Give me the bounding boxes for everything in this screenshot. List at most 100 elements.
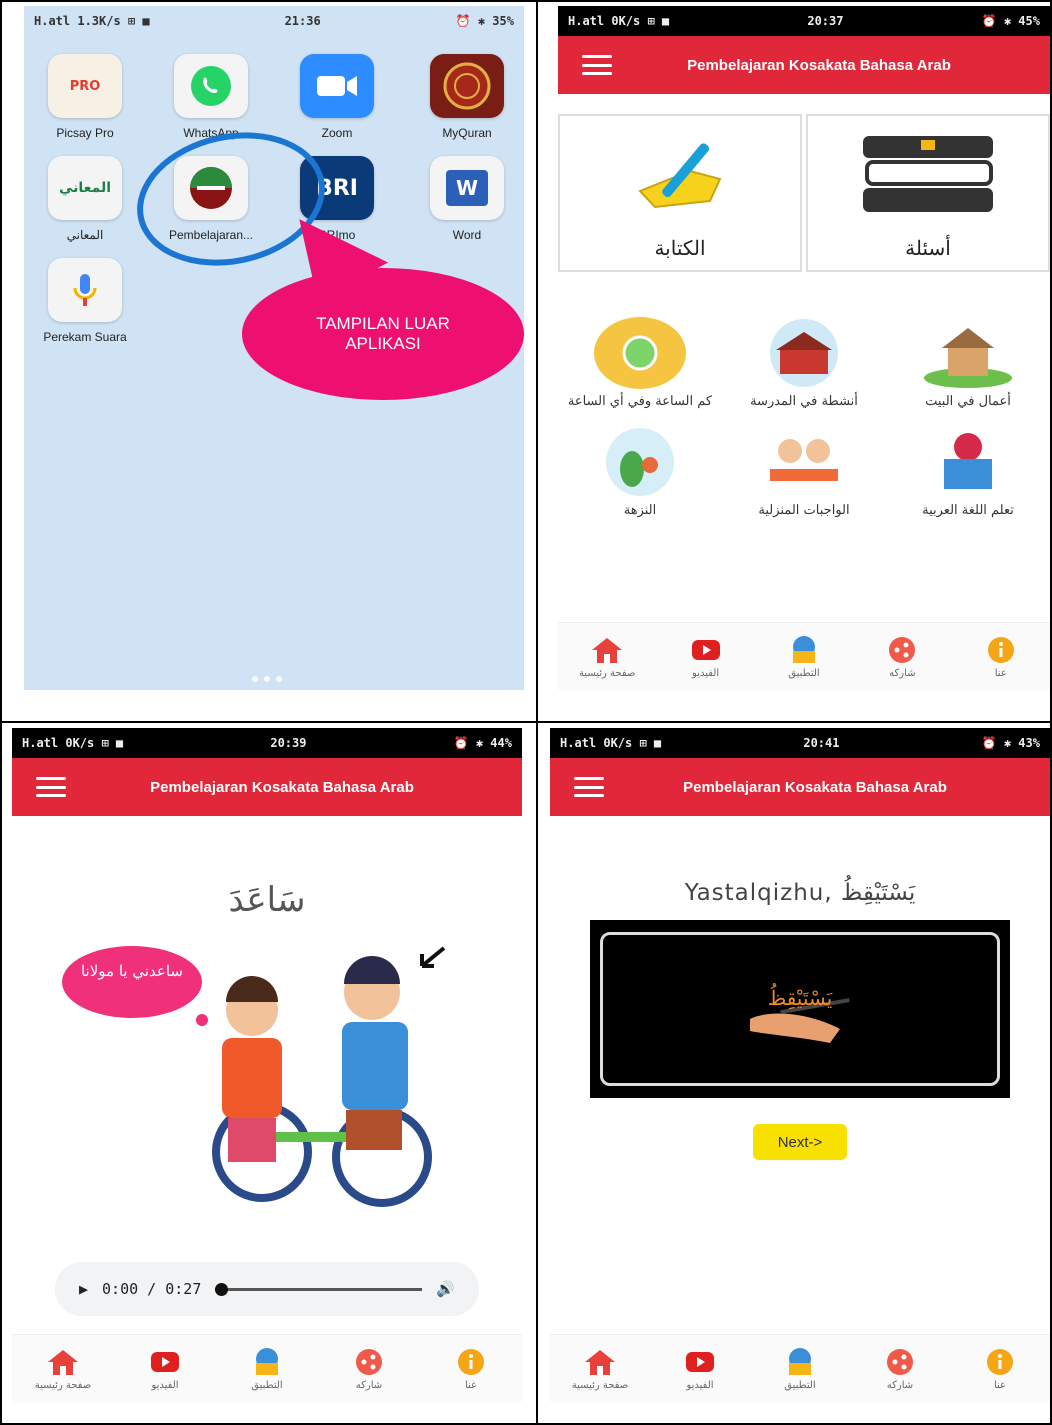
volume-icon[interactable]: 🔊 (436, 1280, 455, 1298)
book-globe-icon (764, 635, 844, 665)
menu-icon[interactable] (574, 777, 604, 797)
topic-school[interactable]: أنشطة في المدرسة (722, 316, 886, 409)
status-time: 20:37 (807, 14, 844, 28)
home-icon (567, 635, 647, 665)
next-button[interactable]: Next-> (753, 1124, 847, 1160)
picnic-icon (592, 425, 688, 499)
nav-item-youtube[interactable]: الفيديو (660, 1347, 740, 1391)
topic-house[interactable]: أعمال في البيت (886, 316, 1050, 409)
app-title: Pembelajaran Kosakata Bahasa Arab (687, 56, 951, 74)
info-icon (431, 1347, 511, 1377)
callout-bubble: TAMPILAN LUAR APLIKASI (242, 268, 524, 400)
card-questions[interactable]: أسئلة (806, 114, 1050, 272)
nav-label: صفحة رئيسية (34, 1379, 92, 1391)
nav-item-info[interactable]: عنا (961, 635, 1041, 679)
card-label: أسئلة (905, 236, 951, 260)
app-whatsapp[interactable]: WhatsApp (156, 54, 266, 140)
book-globe-icon (227, 1347, 307, 1377)
nav-label: التطبيق (784, 1379, 816, 1391)
video-word: يَسْتَيْقِظُ (767, 986, 833, 1010)
app-label: Word (452, 228, 482, 242)
nav-label: التطبيق (788, 667, 820, 679)
books-icon (853, 116, 1003, 236)
topic-label: أنشطة في المدرسة (750, 394, 858, 409)
nav-item-info[interactable]: عنا (431, 1347, 511, 1391)
share-icon (860, 1347, 940, 1377)
nav-item-book-globe[interactable]: التطبيق (227, 1347, 307, 1391)
app-title: Pembelajaran Kosakata Bahasa Arab (683, 778, 947, 796)
nav-item-share[interactable]: شاركه (329, 1347, 409, 1391)
nav-label: شاركه (889, 667, 916, 679)
topic-label: كم الساعة وفي أي الساعة (567, 394, 713, 409)
home-icon (23, 1347, 103, 1377)
app-myquran[interactable]: MyQuran (412, 54, 522, 140)
word-icon: W (430, 156, 504, 220)
status-right: ⏰ ✱ 43% (981, 736, 1040, 750)
vocab-illustration: ساعدني يا مولانا (52, 942, 482, 1242)
topic-label: النزهة (623, 503, 657, 518)
nav-label: التطبيق (251, 1379, 283, 1391)
feature-cards: الكتابة أسئلة (558, 114, 1050, 272)
status-time: 21:36 (284, 14, 321, 28)
app-almaany[interactable]: المعاني المعاني (30, 156, 140, 242)
nav-item-home[interactable]: صفحة رئيسية (560, 1347, 640, 1391)
app-label: Zoom (321, 126, 353, 140)
writing-hand-icon (620, 116, 740, 236)
nav-item-book-globe[interactable]: التطبيق (764, 635, 844, 679)
share-icon (329, 1347, 409, 1377)
vocab-audio-panel: H.atl 0K/s ⊞ ■ 20:39 ⏰ ✱ 44% Pembelajara… (12, 728, 522, 1412)
audio-time: 0:00 / 0:27 (102, 1280, 202, 1298)
play-icon[interactable]: ▶ (79, 1280, 88, 1298)
topic-label: الواجبات المنزلية (758, 503, 850, 518)
nav-label: عنا (994, 667, 1007, 679)
card-label: الكتابة (654, 236, 706, 260)
app-voice-recorder[interactable]: Perekam Suara (30, 258, 140, 344)
status-right: ⏰ ✱ 35% (455, 14, 514, 28)
clock-icon (592, 316, 688, 390)
topic-clock[interactable]: كم الساعة وفي أي الساعة (558, 316, 722, 409)
nav-item-youtube[interactable]: الفيديو (125, 1347, 205, 1391)
audio-player: ▶ 0:00 / 0:27 🔊 (55, 1262, 479, 1316)
voice-recorder-icon (48, 258, 122, 322)
nav-item-youtube[interactable]: الفيديو (666, 635, 746, 679)
topic-homework[interactable]: الواجبات المنزلية (722, 425, 886, 518)
status-left: H.atl 1.3K/s ⊞ ■ (34, 14, 150, 28)
school-icon (756, 316, 852, 390)
menu-icon[interactable] (36, 777, 66, 797)
topic-label: تعلم اللغة العربية (922, 503, 1014, 518)
writing-video[interactable]: يَسْتَيْقِظُ (590, 920, 1010, 1098)
speech-bubble-text: ساعدني يا مولانا (80, 962, 183, 980)
app-bar: Pembelajaran Kosakata Bahasa Arab (12, 758, 522, 816)
topic-reading[interactable]: تعلم اللغة العربية (886, 425, 1050, 518)
bottom-nav: صفحة رئيسية الفيديو التطبيق شاركه عنا (550, 1334, 1050, 1402)
nav-item-share[interactable]: شاركه (862, 635, 942, 679)
app-picsay[interactable]: PRO Picsay Pro (30, 54, 140, 140)
seek-knob[interactable] (215, 1282, 229, 1296)
app-zoom[interactable]: Zoom (282, 54, 392, 140)
topic-picnic[interactable]: النزهة (558, 425, 722, 518)
app-word[interactable]: W Word (412, 156, 522, 242)
topic-grid: كم الساعة وفي أي الساعة أنشطة في المدرسة… (558, 316, 1050, 518)
youtube-icon (660, 1347, 740, 1377)
card-writing[interactable]: الكتابة (558, 114, 802, 272)
app-label: Perekam Suara (43, 330, 127, 344)
app-bar: Pembelajaran Kosakata Bahasa Arab (558, 36, 1050, 94)
nav-item-home[interactable]: صفحة رئيسية (567, 635, 647, 679)
nav-label: الفيديو (151, 1379, 179, 1391)
nav-label: شاركه (355, 1379, 383, 1391)
share-icon (862, 635, 942, 665)
callout-line2: APLIKASI (345, 334, 421, 353)
nav-item-info[interactable]: عنا (960, 1347, 1040, 1391)
book-globe-icon (760, 1347, 840, 1377)
nav-item-book-globe[interactable]: التطبيق (760, 1347, 840, 1391)
status-bar: H.atl 0K/s ⊞ ■ 20:39 ⏰ ✱ 44% (12, 728, 522, 758)
nav-item-share[interactable]: شاركه (860, 1347, 940, 1391)
app-label: المعاني (66, 228, 104, 242)
nav-item-home[interactable]: صفحة رئيسية (23, 1347, 103, 1391)
audio-seekbar[interactable] (215, 1282, 423, 1296)
vocab-word: سَاعَدَ (228, 880, 306, 920)
main-menu-panel: H.atl 0K/s ⊞ ■ 20:37 ⏰ ✱ 45% Pembelajara… (558, 6, 1050, 696)
app-label: MyQuran (442, 126, 492, 140)
info-icon (961, 635, 1041, 665)
menu-icon[interactable] (582, 55, 612, 75)
